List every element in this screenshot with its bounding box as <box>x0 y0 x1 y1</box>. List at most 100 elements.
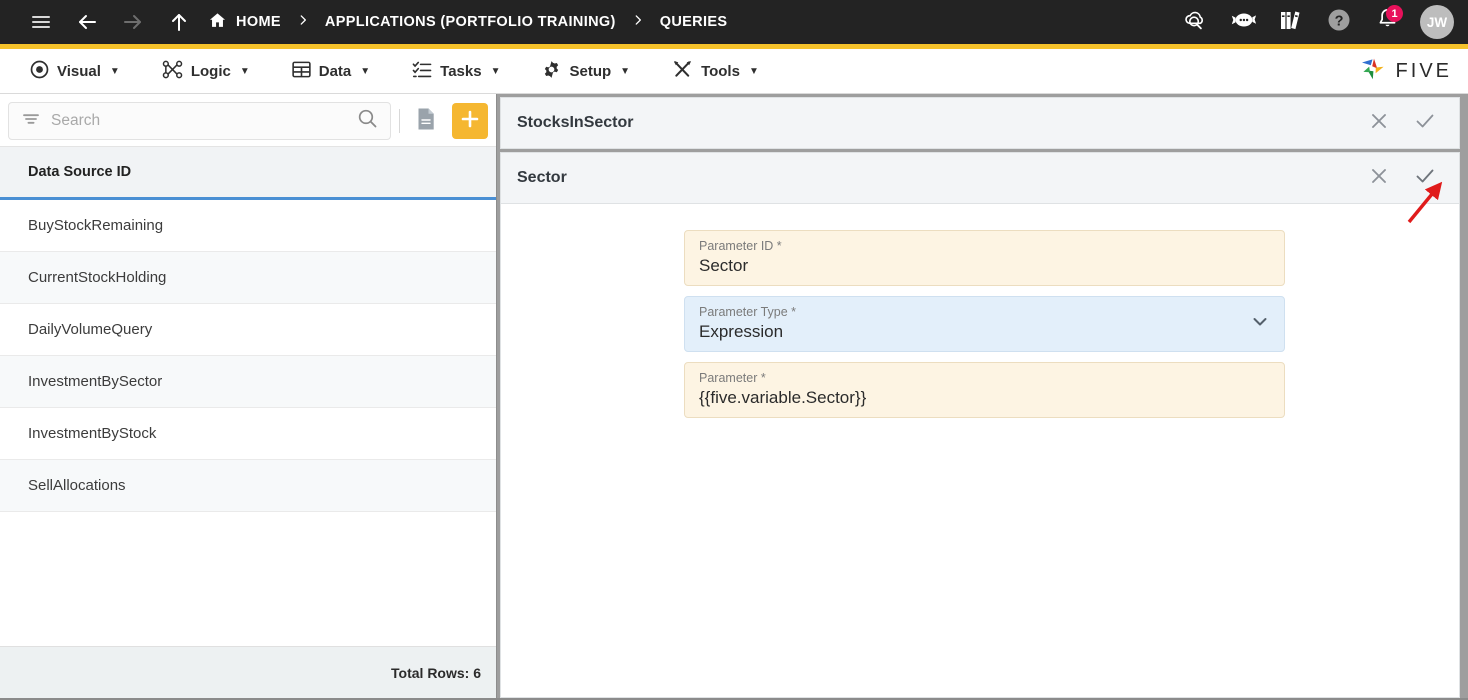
chevron-down-icon: ▼ <box>360 65 371 77</box>
gear-icon <box>542 60 561 83</box>
eye-icon <box>30 60 49 83</box>
add-data-source-button[interactable] <box>452 103 488 139</box>
breadcrumb-label-applications: APPLICATIONS (PORTFOLIO TRAINING) <box>324 14 616 30</box>
five-brand: FIVE <box>1359 56 1452 87</box>
checkmark-icon <box>1414 110 1436 137</box>
menu-label-logic: Logic <box>190 62 231 80</box>
hamburger-icon <box>30 11 52 33</box>
detail-panel: StocksInSector Sector Parameter ID * Sec… <box>497 94 1468 698</box>
menu-item-data[interactable]: Data ▼ <box>278 49 384 94</box>
form-fields: Parameter ID * Sector Parameter Type * E… <box>501 204 1459 418</box>
parameter-value-label: Parameter * <box>699 371 766 385</box>
chevron-right-icon <box>631 13 645 32</box>
breadcrumb-label-queries: QUERIES <box>659 14 728 30</box>
search-input[interactable]: Search <box>8 102 391 140</box>
checklist-icon <box>412 60 432 83</box>
menu-label-setup: Setup <box>569 62 612 80</box>
parameter-type-select[interactable]: Parameter Type * Expression <box>684 296 1285 352</box>
inner-card-confirm-button[interactable] <box>1405 158 1445 198</box>
search-icon[interactable] <box>357 108 378 134</box>
cloud-search-button[interactable] <box>1174 0 1216 44</box>
list-item[interactable]: CurrentStockHolding <box>0 252 496 304</box>
inner-card-title: Sector <box>517 169 567 186</box>
menu-item-setup[interactable]: Setup ▼ <box>528 49 644 94</box>
search-placeholder-text: Search <box>51 112 101 129</box>
data-source-rows: BuyStockRemaining CurrentStockHolding Da… <box>0 200 496 646</box>
outer-card-close-button[interactable] <box>1359 103 1399 143</box>
chevron-down-icon: ▼ <box>748 65 759 77</box>
toolbar-divider <box>399 109 400 133</box>
five-logo-icon <box>1359 56 1387 87</box>
chevron-right-icon <box>296 13 310 32</box>
table-grid-icon <box>292 60 311 83</box>
data-source-list-panel: Search Data Source ID BuyStockRemaining … <box>0 94 497 698</box>
menu-item-logic[interactable]: Logic ▼ <box>148 49 264 94</box>
breadcrumb-separator-1 <box>281 0 325 44</box>
up-button[interactable] <box>156 0 202 44</box>
list-item[interactable]: InvestmentByStock <box>0 408 496 460</box>
parameter-value-field[interactable]: Parameter * {{five.variable.Sector}} <box>684 362 1285 418</box>
parameter-id-field[interactable]: Parameter ID * Sector <box>684 230 1285 286</box>
breadcrumb-item-home[interactable]: HOME <box>208 11 281 34</box>
list-item[interactable]: SellAllocations <box>0 460 496 512</box>
total-rows-label: Total Rows: 6 <box>0 646 496 698</box>
chatbot-button[interactable] <box>1222 0 1264 44</box>
forward-button[interactable] <box>110 0 156 44</box>
help-button[interactable]: ? <box>1318 0 1360 44</box>
menu-item-visual[interactable]: Visual ▼ <box>16 49 134 94</box>
filter-icon[interactable] <box>21 109 41 134</box>
inner-card-actions <box>1359 158 1445 198</box>
list-item[interactable]: DailyVolumeQuery <box>0 304 496 356</box>
breadcrumb-item-applications[interactable]: APPLICATIONS (PORTFOLIO TRAINING) <box>325 14 616 30</box>
inner-card-close-button[interactable] <box>1359 158 1399 198</box>
outer-card-confirm-button[interactable] <box>1405 103 1445 143</box>
list-toolbar: Search <box>0 94 496 146</box>
top-header-bar: HOME APPLICATIONS (PORTFOLIO TRAINING) Q… <box>0 0 1468 44</box>
hamburger-menu-button[interactable] <box>18 0 64 44</box>
parameter-form: Parameter ID * Sector Parameter Type * E… <box>500 204 1460 698</box>
menu-label-visual: Visual <box>57 62 101 80</box>
outer-card-header: StocksInSector <box>500 97 1460 149</box>
arrow-right-icon <box>121 10 145 34</box>
menu-label-tasks: Tasks <box>440 62 482 80</box>
five-brand-text: FIVE <box>1395 59 1452 82</box>
list-item[interactable]: BuyStockRemaining <box>0 200 496 252</box>
inner-card-header: Sector <box>500 152 1460 204</box>
notification-badge: 1 <box>1386 5 1403 22</box>
avatar[interactable]: JW <box>1420 5 1454 39</box>
tools-cross-icon <box>672 59 693 83</box>
close-x-icon <box>1369 166 1389 191</box>
column-header-data-source-id[interactable]: Data Source ID <box>0 146 496 200</box>
notifications-button[interactable]: 1 <box>1366 0 1408 44</box>
cloud-search-icon <box>1182 6 1209 38</box>
back-button[interactable] <box>64 0 110 44</box>
document-icon <box>415 107 437 136</box>
breadcrumb-item-queries[interactable]: QUERIES <box>660 14 728 30</box>
chatbot-icon <box>1229 8 1257 37</box>
parameter-type-value: Expression <box>699 322 784 341</box>
arrow-up-icon <box>167 10 191 34</box>
header-actions-group: ? 1 JW <box>1174 0 1454 44</box>
list-item[interactable]: InvestmentBySector <box>0 356 496 408</box>
chevron-down-icon[interactable] <box>1250 312 1270 337</box>
checkmark-icon <box>1414 165 1436 192</box>
header-left-group: HOME APPLICATIONS (PORTFOLIO TRAINING) Q… <box>18 0 1174 44</box>
chevron-down-icon: ▼ <box>620 65 631 77</box>
chevron-down-icon: ▼ <box>109 65 120 77</box>
home-icon <box>208 11 227 34</box>
svg-text:?: ? <box>1335 13 1344 29</box>
library-books-icon <box>1278 7 1304 38</box>
breadcrumb-separator-2 <box>616 0 660 44</box>
menu-item-tools[interactable]: Tools ▼ <box>658 49 773 94</box>
parameter-id-value: Sector <box>699 256 749 275</box>
library-button[interactable] <box>1270 0 1312 44</box>
arrow-left-icon <box>75 10 99 34</box>
help-circle-icon: ? <box>1326 7 1352 38</box>
workspace: Search Data Source ID BuyStockRemaining … <box>0 94 1468 698</box>
breadcrumb-label-home: HOME <box>236 14 281 30</box>
menu-label-tools: Tools <box>701 62 740 80</box>
parameter-value-value: {{five.variable.Sector}} <box>699 388 867 407</box>
outer-card-actions <box>1359 103 1445 143</box>
menu-item-tasks[interactable]: Tasks ▼ <box>398 49 514 94</box>
duplicate-document-button[interactable] <box>408 103 444 139</box>
